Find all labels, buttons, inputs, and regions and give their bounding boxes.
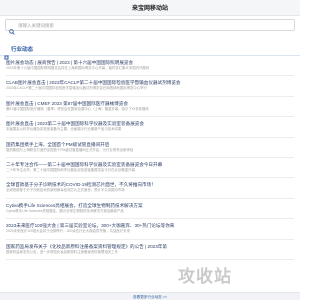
news-item[interactable]: Cytiva携手Life Sciences亮相展会，打造全球生物制药技术解决方案… (6, 199, 294, 220)
news-desc: 国家药监局发布公告，进一步规范化妆品新原料注册备案资料管理相关工作 (6, 249, 118, 254)
news-desc: 国药集团与上海联合打造的全国首个PM级试管直播间正式开启，为行业带来全新体验 (6, 147, 134, 152)
news-item[interactable]: 全球首款基于分子诊断技术的COVID-19检测芯片面世，不久将推向市场！ 全球首… (6, 178, 294, 199)
news-item[interactable]: 二十年专注合作——第二十届中国国际科学仪器及实验室装备展览会今日开幕 二十年专注… (6, 158, 294, 179)
search-icon[interactable] (9, 22, 15, 35)
news-desc: 第87届中国国际医疗器械（春季）博览会在国家会展中心（上海）隆重开幕，吸引了众多… (6, 106, 149, 111)
search-input[interactable] (18, 21, 258, 29)
search-bar (0, 16, 300, 35)
news-desc: 2023未来医疗100强大会将于近期举行，300余位行业大咖嘉宾齐聚，共话医疗未… (6, 229, 130, 234)
news-desc: 2023年第十六届中国国际照明展览会将在上海新国际博览中心开幕，届时将汇聚众多国… (6, 66, 150, 70)
news-desc: 本届展会以科学仪器及实验室装备为主题，全面展示行业最新产品与技术成果 (6, 127, 122, 132)
page: 来宝网移动站 行业动态 图片展会动态 | 展商预告 | 2023 | 第十六届中… (0, 0, 300, 300)
news-desc: Cytiva携手Life Sciences亮相展会，展示全球生物制药技术解决方案… (6, 208, 124, 213)
news-desc: 二十年专注合作，第二十届中国国际科学仪器及实验室装备展览会今日在北京隆重开幕 (6, 167, 135, 172)
news-item[interactable]: 国家药监局发布关于《化妆品新原料注册备案资料管理规定》的公告 | 2023年第 … (6, 240, 294, 260)
top-bar: 来宝网移动站 (0, 0, 300, 16)
news-item[interactable]: 国药集团携手上海，全国首个PM级试管直播间开启 国药集团与上海联合打造的全国首个… (6, 138, 294, 158)
news-list: 图片展会动态 | 展商预告 | 2023 | 第十六届中国国际照明展览会 202… (0, 56, 300, 260)
search-box[interactable] (5, 19, 295, 35)
news-item[interactable]: 2023未来医疗100强大会 | 第三届实验室论坛，300+大咖嘉宾、30+热门… (6, 219, 294, 240)
news-item[interactable]: 图片展会动态 | 展商预告 | 2023 | 第十六届中国国际照明展览会 202… (6, 56, 294, 77)
news-desc: 2023年CACLP第二十届中国国际检验医学暨输血仪器试剂博览会在南昌绿地国际博… (6, 86, 147, 91)
news-item[interactable]: 图片展会直击 | CMEF 2023 第87届中国国际医疗器械博览会 第87届中… (6, 97, 294, 118)
page-title: 来宝网移动站 (131, 6, 168, 12)
section-title: 行业动态 (11, 47, 34, 53)
view-more-link[interactable]: 查看更多行业动态 >> (0, 292, 300, 300)
news-desc: 全球首款基于分子诊断技术的新冠病毒检测芯片正式面世，预计不久将推向市场 (6, 188, 125, 193)
news-item[interactable]: CLAB图片展会直击 | 2023年CACLP第二十届中国国际检验医学暨输血仪器… (6, 76, 294, 97)
news-item[interactable]: 图片展会直击 | 2023第二十届中国国际科学仪器及实验室装备展览会 本届展会以… (6, 117, 294, 138)
watermark: 攻收站 (178, 267, 232, 286)
section-header: 行业动态 (0, 43, 300, 59)
bookmark-icon (4, 47, 9, 59)
